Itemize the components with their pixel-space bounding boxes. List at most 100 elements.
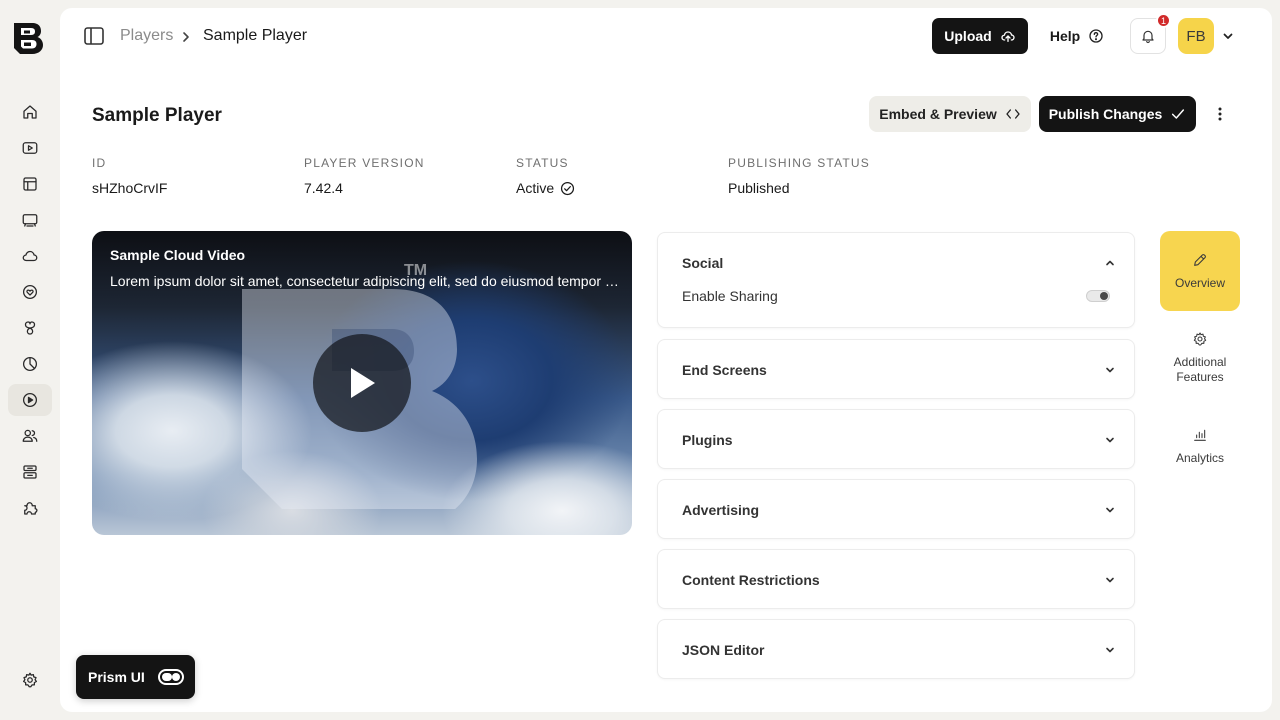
meta-version-value: 7.42.4 bbox=[304, 180, 343, 196]
accordion-content-restrictions[interactable]: Content Restrictions bbox=[657, 549, 1135, 609]
accordion-advertising[interactable]: Advertising bbox=[657, 479, 1135, 539]
gear-icon bbox=[22, 672, 38, 688]
accordion-social: Social Enable Sharing bbox=[657, 232, 1135, 328]
home-icon bbox=[23, 105, 37, 119]
users-icon bbox=[22, 429, 38, 442]
sidebar-toggle-icon[interactable] bbox=[84, 27, 104, 45]
publish-changes-label: Publish Changes bbox=[1048, 106, 1163, 122]
tab-additional-features[interactable]: Additional Features bbox=[1160, 331, 1240, 385]
chevron-down-icon bbox=[1106, 507, 1114, 513]
bar-chart-icon bbox=[1194, 429, 1206, 441]
chevron-down-icon bbox=[1106, 577, 1114, 583]
meta-publishing-label: PUBLISHING STATUS bbox=[728, 156, 870, 170]
accordion-title: JSON Editor bbox=[682, 642, 765, 658]
archive-icon bbox=[23, 465, 37, 479]
meta-status: STATUS Active bbox=[516, 156, 575, 196]
enable-sharing-toggle[interactable] bbox=[1086, 290, 1110, 302]
upload-button[interactable]: Upload bbox=[932, 18, 1028, 54]
more-vertical-icon bbox=[1218, 107, 1222, 121]
breadcrumb-players[interactable]: Players bbox=[120, 27, 173, 45]
video-icon bbox=[22, 142, 38, 154]
topbar: Players Sample Player Upload Help 1 FB bbox=[60, 8, 1272, 64]
layout-icon bbox=[23, 177, 37, 191]
video-description: Lorem ipsum dolor sit amet, consectetur … bbox=[110, 273, 620, 289]
rail-playlists[interactable] bbox=[8, 168, 52, 200]
user-avatar[interactable]: FB bbox=[1178, 18, 1214, 54]
video-title: Sample Cloud Video bbox=[110, 247, 246, 263]
accordion-json-editor[interactable]: JSON Editor bbox=[657, 619, 1135, 679]
chevron-down-icon bbox=[1106, 437, 1114, 443]
meta-publishing-value: Published bbox=[728, 180, 790, 196]
chevron-down-icon[interactable] bbox=[1222, 30, 1234, 42]
accordion-title: Content Restrictions bbox=[682, 572, 820, 588]
gear-icon bbox=[1193, 332, 1207, 346]
upload-label: Upload bbox=[944, 28, 992, 44]
accordion-plugins[interactable]: Plugins bbox=[657, 409, 1135, 469]
bell-icon bbox=[1142, 30, 1154, 44]
rail-integrations[interactable] bbox=[8, 492, 52, 524]
meta-status-value-row: Active bbox=[516, 180, 575, 196]
play-circle-icon bbox=[22, 392, 38, 408]
rail-cloud[interactable] bbox=[8, 240, 52, 272]
rail-videos[interactable] bbox=[8, 132, 52, 164]
video-player[interactable]: TM Sample Cloud Video Lorem ipsum dolor … bbox=[92, 231, 632, 535]
accordion-social-title[interactable]: Social bbox=[682, 255, 723, 271]
meta-id-label: ID bbox=[92, 156, 107, 170]
meta-publishing-status: PUBLISHING STATUS Published bbox=[728, 156, 870, 196]
rail-templates[interactable] bbox=[8, 312, 52, 344]
breadcrumb-separator-icon bbox=[183, 32, 189, 42]
cloud-upload-icon bbox=[1001, 31, 1015, 42]
bold-b-logo-icon[interactable] bbox=[10, 20, 46, 56]
enable-sharing-label: Enable Sharing bbox=[682, 288, 778, 304]
page-title: Sample Player bbox=[92, 105, 222, 126]
embed-preview-button[interactable]: Embed & Preview bbox=[869, 96, 1031, 132]
rail-home[interactable] bbox=[8, 96, 52, 128]
tab-analytics[interactable]: Analytics bbox=[1160, 427, 1240, 466]
check-circle-icon bbox=[561, 181, 575, 195]
meta-status-label: STATUS bbox=[516, 156, 569, 170]
rail-live[interactable] bbox=[8, 204, 52, 236]
heart-icon bbox=[22, 284, 38, 300]
tab-overview-label: Overview bbox=[1174, 275, 1225, 290]
play-button[interactable] bbox=[313, 334, 411, 432]
notification-badge: 1 bbox=[1156, 13, 1171, 28]
left-rail bbox=[0, 0, 60, 720]
rail-users[interactable] bbox=[8, 420, 52, 452]
chevron-down-icon bbox=[1106, 647, 1114, 653]
breadcrumb-current: Sample Player bbox=[203, 27, 308, 44]
prism-ui-toggle-pill[interactable]: Prism UI bbox=[76, 655, 195, 699]
meta-version-label: PLAYER VERSION bbox=[304, 156, 425, 170]
embed-preview-label: Embed & Preview bbox=[879, 106, 997, 122]
clover-icon bbox=[24, 321, 36, 335]
question-circle-icon bbox=[1089, 29, 1103, 43]
accordion-end-screens[interactable]: End Screens bbox=[657, 339, 1135, 399]
rail-settings[interactable] bbox=[8, 664, 52, 696]
puzzle-icon bbox=[24, 502, 38, 515]
prism-ui-toggle[interactable] bbox=[158, 669, 184, 685]
rail-engagement[interactable] bbox=[8, 276, 52, 308]
check-icon bbox=[1172, 109, 1185, 119]
rail-players[interactable] bbox=[8, 384, 52, 416]
meta-player-version: PLAYER VERSION 7.42.4 bbox=[304, 156, 425, 196]
monitor-icon bbox=[22, 214, 38, 227]
meta-status-value: Active bbox=[516, 180, 555, 196]
cloud-icon bbox=[22, 250, 38, 262]
prism-ui-label: Prism UI bbox=[88, 669, 145, 685]
help-button[interactable]: Help bbox=[1042, 18, 1112, 54]
chevron-down-icon bbox=[1106, 367, 1114, 373]
meta-id: ID sHZhoCrvIF bbox=[92, 156, 167, 196]
publish-changes-button[interactable]: Publish Changes bbox=[1039, 96, 1196, 132]
accordion-title: Plugins bbox=[682, 432, 733, 448]
tab-analytics-label: Analytics bbox=[1175, 451, 1225, 465]
accordion-title: Advertising bbox=[682, 502, 760, 518]
notifications-button[interactable]: 1 bbox=[1130, 13, 1171, 54]
tab-additional-features-label: Additional Features bbox=[1173, 355, 1227, 384]
chevron-up-icon[interactable] bbox=[1104, 257, 1116, 269]
tab-overview[interactable]: Overview bbox=[1160, 231, 1240, 311]
rail-analytics[interactable] bbox=[8, 348, 52, 380]
accordion-title: End Screens bbox=[682, 362, 767, 378]
more-options-button[interactable] bbox=[1210, 104, 1230, 124]
pie-icon bbox=[22, 356, 38, 372]
code-icon bbox=[1006, 109, 1020, 119]
rail-storage[interactable] bbox=[8, 456, 52, 488]
